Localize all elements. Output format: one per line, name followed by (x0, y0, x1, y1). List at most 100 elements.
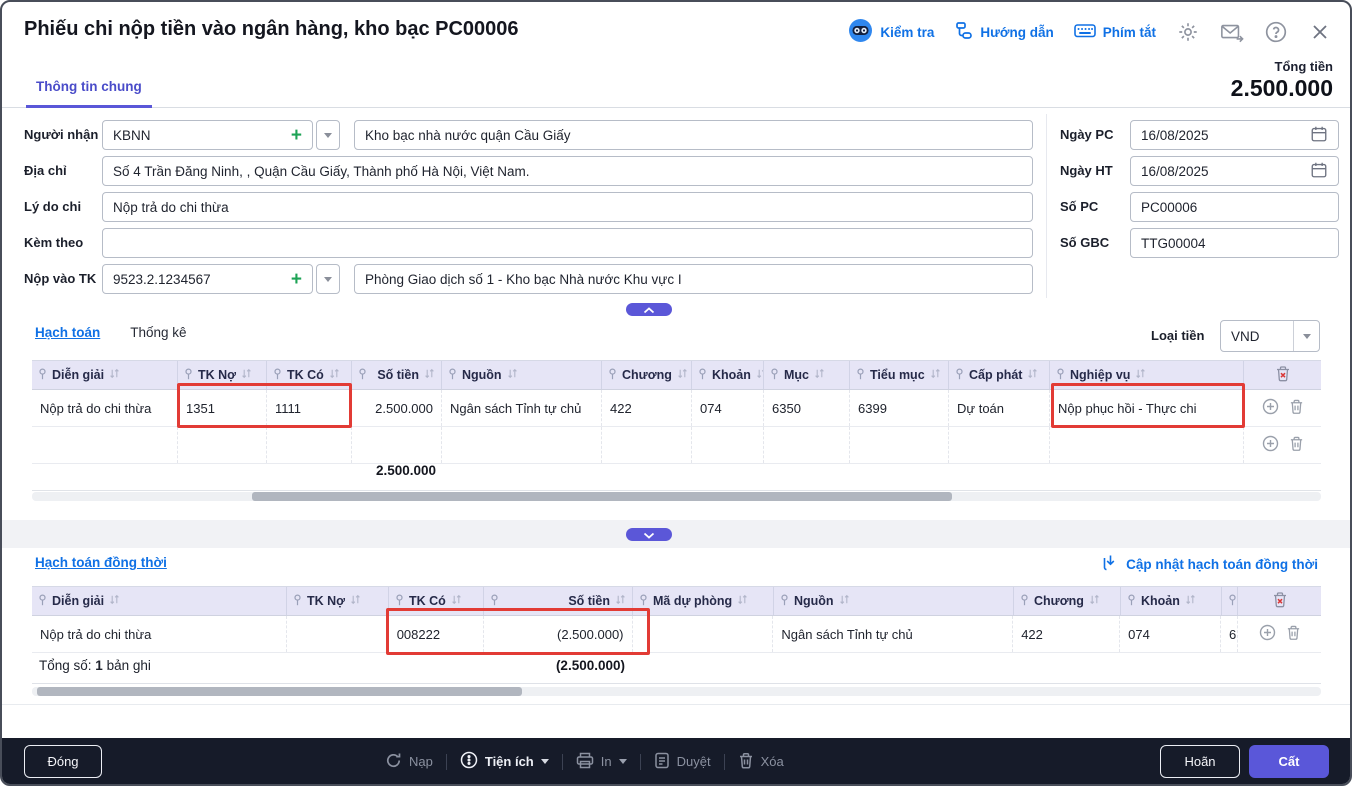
column-header[interactable]: Khoản (1121, 587, 1222, 615)
column-header[interactable]: Khoản (692, 361, 764, 389)
add-row-icon[interactable] (1262, 398, 1279, 418)
pin-icon[interactable] (38, 368, 47, 383)
column-header[interactable]: Mục (764, 361, 850, 389)
pin-icon[interactable] (639, 594, 648, 609)
voucher-no-input[interactable]: PC00006 (1130, 192, 1339, 222)
calendar-icon[interactable] (1310, 161, 1328, 182)
pin-icon[interactable] (395, 594, 404, 609)
cell[interactable]: 074 (692, 390, 764, 426)
sort-icon[interactable] (1089, 594, 1100, 608)
column-header[interactable]: Cấp phát (949, 361, 1050, 389)
cell[interactable]: 2.500.000 (352, 390, 442, 426)
cell[interactable]: Dự toán (949, 390, 1050, 426)
column-header[interactable]: Nguồn (442, 361, 602, 389)
cell[interactable] (633, 616, 774, 652)
attachment-input[interactable] (102, 228, 1033, 258)
column-header[interactable]: Diễn giải (32, 587, 287, 615)
cell[interactable]: 6350 (764, 390, 850, 426)
cell[interactable]: (2.500.000) (484, 616, 633, 652)
cell[interactable] (267, 427, 352, 463)
column-header[interactable]: Chương (602, 361, 692, 389)
account-dropdown-button[interactable] (316, 264, 340, 294)
cell[interactable] (1050, 427, 1244, 463)
cell[interactable]: 6399 (850, 390, 949, 426)
pin-icon[interactable] (780, 594, 789, 609)
recipient-dropdown-button[interactable] (316, 120, 340, 150)
cell[interactable]: Ngân sách Tỉnh tự chủ (773, 616, 1013, 652)
column-header[interactable]: Nguồn (774, 587, 1014, 615)
column-header[interactable]: Mã dự phòng (633, 587, 774, 615)
update-simultaneous-link[interactable]: Cập nhật hạch toán đồng thời (1103, 554, 1318, 574)
sort-icon[interactable] (1027, 368, 1038, 382)
column-header[interactable]: Nghiệp vụ (1050, 361, 1244, 389)
help-button[interactable] (1264, 20, 1288, 44)
cell[interactable] (850, 427, 949, 463)
sort-icon[interactable] (507, 368, 518, 382)
close-button[interactable]: Đóng (24, 745, 102, 778)
pin-icon[interactable] (184, 368, 193, 383)
h-scrollbar-thumb[interactable] (252, 492, 952, 501)
cell[interactable] (764, 427, 850, 463)
pin-icon[interactable] (770, 368, 779, 383)
cell[interactable]: 422 (1013, 616, 1120, 652)
cell[interactable] (602, 427, 692, 463)
save-button[interactable]: Cất (1249, 745, 1329, 778)
column-header[interactable]: TK Có (389, 587, 484, 615)
cell[interactable] (692, 427, 764, 463)
recipient-name-input[interactable]: Kho bạc nhà nước quận Cầu Giấy (354, 120, 1033, 150)
add-row-icon[interactable] (1259, 624, 1276, 644)
reason-input[interactable]: Nộp trả do chi thừa (102, 192, 1033, 222)
delete-row-icon[interactable] (1289, 398, 1304, 418)
delete-column-header[interactable] (1244, 361, 1321, 389)
column-header[interactable]: Tiểu mục (850, 361, 949, 389)
cell[interactable]: 008222 (389, 616, 484, 652)
cell[interactable]: Nộp trả do chi thừa (32, 616, 287, 652)
pin-icon[interactable] (490, 594, 499, 609)
sort-icon[interactable] (930, 368, 941, 382)
sort-icon[interactable] (241, 368, 252, 382)
cell[interactable] (178, 427, 267, 463)
pin-icon[interactable] (955, 368, 964, 383)
gbc-no-input[interactable]: TTG00004 (1130, 228, 1339, 258)
column-header[interactable] (1222, 587, 1238, 615)
delete-row-icon[interactable] (1289, 435, 1304, 455)
pin-icon[interactable] (448, 368, 457, 383)
settings-button[interactable] (1176, 20, 1200, 44)
delete-column-icon[interactable] (1272, 591, 1288, 611)
cell[interactable] (287, 616, 389, 652)
delete-row-icon[interactable] (1286, 624, 1301, 644)
tab-thong-tin-chung[interactable]: Thông tin chung (26, 79, 152, 108)
cell[interactable]: 6 (1221, 616, 1238, 652)
cell[interactable]: 1111 (267, 390, 352, 426)
column-header[interactable]: Số tiền (352, 361, 442, 389)
pin-icon[interactable] (293, 594, 302, 609)
sort-icon[interactable] (424, 368, 435, 382)
voucher-date-input[interactable]: 16/08/2025 (1130, 120, 1339, 150)
delete-column-icon[interactable] (1275, 365, 1291, 385)
column-header[interactable]: Số tiền (484, 587, 633, 615)
sort-icon[interactable] (329, 368, 340, 382)
collapse-simultaneous-button[interactable] (626, 528, 672, 541)
sort-icon[interactable] (1185, 594, 1196, 608)
mail-button[interactable] (1220, 20, 1244, 44)
recipient-code-input[interactable]: KBNN + (102, 120, 313, 150)
cell[interactable]: Nộp phục hồi - Thực chi (1050, 390, 1244, 426)
pin-icon[interactable] (1056, 368, 1065, 383)
print-button[interactable]: In (576, 752, 627, 772)
sort-icon[interactable] (109, 594, 120, 608)
shortcut-button[interactable]: Phím tắt (1074, 22, 1156, 42)
sort-icon[interactable] (615, 594, 626, 608)
tab-hach-toan[interactable]: Hạch toán (35, 325, 100, 340)
simultaneous-title-link[interactable]: Hạch toán đồng thời (35, 555, 167, 570)
close-icon[interactable] (1308, 20, 1332, 44)
calendar-icon[interactable] (1310, 125, 1328, 146)
cell[interactable]: 1351 (178, 390, 267, 426)
deposit-account-input[interactable]: 9523.2.1234567 + (102, 264, 313, 294)
pin-icon[interactable] (1228, 594, 1237, 609)
column-header[interactable]: Diễn giải (32, 361, 178, 389)
pin-icon[interactable] (1020, 594, 1029, 609)
sort-icon[interactable] (839, 594, 850, 608)
cell[interactable] (32, 427, 178, 463)
cell[interactable]: 074 (1120, 616, 1221, 652)
tab-thong-ke[interactable]: Thống kê (130, 325, 186, 340)
